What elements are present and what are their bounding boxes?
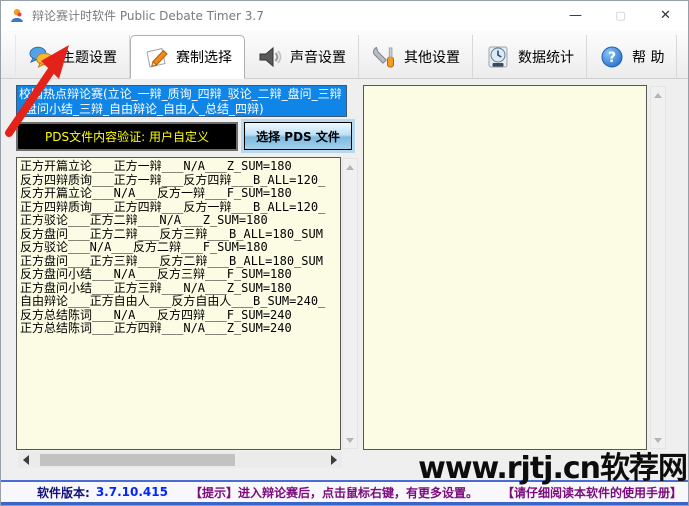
schedule-line[interactable]: 反方盘问___正方二辩___反方三辩___B_ALL=180_SUM [20,227,340,242]
scroll-down-arrow-icon[interactable] [343,432,357,448]
chat-bubbles-icon [29,46,53,68]
version-label: 软件版本: [37,485,90,500]
title-bar: 辩论赛计时软件 Public Debate Timer 3.7 — ▢ ✕ [1,1,688,30]
watermark: www.rjtj.cn软荐网 [418,451,688,486]
tab-format-select[interactable]: 赛制选择 [130,35,245,79]
scroll-up-arrow-icon[interactable] [651,87,665,103]
tab-label: 其他设置 [404,49,460,66]
tab-sound-settings[interactable]: 声音设置 [245,35,359,78]
tools-icon [373,46,394,67]
schedule-line[interactable]: 自由辩论___正方自由人___反方自由人___B_SUM=240_ [20,294,340,309]
schedule-line[interactable]: 正方盘问小结___正方三辩___N/A___Z_SUM=180 [20,281,340,296]
debate-format-title: 校园热点辩论赛(立论_一辩_质询_四辩_驳论_二辩_盘问_三辩_盘问小结_三辩_… [16,85,347,117]
version-number: 3.7.10.415 [95,485,168,499]
schedule-line[interactable]: 正方开篇立论___正方一辩___N/A___Z_SUM=180 [20,159,340,174]
tab-data-statistics[interactable]: 数据统计 [473,35,587,78]
tab-label: 赛制选择 [176,50,232,66]
preview-panel-vscrollbar[interactable] [650,86,666,449]
tab-label: 帮 助 [632,49,665,66]
choose-pds-file-button[interactable]: 选择 PDS 文件 [244,122,352,150]
clock-stats-icon [488,46,508,67]
schedule-line[interactable]: 反方四辩质询___正方一辩___反方四辩___B_ALL=120_ [20,173,340,188]
schedule-line[interactable]: 正方驳论___正方二辩___N/A___Z_SUM=180 [20,213,340,228]
minimize-button[interactable]: — [553,1,598,30]
schedule-list[interactable]: 正方开篇立论___正方一辩___N/A___Z_SUM=180 反方四辩质询___… [16,157,341,450]
scroll-left-arrow-icon[interactable] [18,452,34,468]
tab-help[interactable]: ? 帮 助 [587,35,678,78]
schedule-line[interactable]: 正方总结陈词___正方四辩___N/A___Z_SUM=240 [20,321,340,336]
preview-panel[interactable] [363,85,647,450]
svg-text:?: ? [608,50,616,66]
schedule-line[interactable]: 正方盘问___正方三辩___反方二辩___B_ALL=180_SUM [20,254,340,269]
schedule-list-vscrollbar[interactable] [342,158,358,449]
scroll-right-arrow-icon[interactable] [326,452,342,468]
app-window: 辩论赛计时软件 Public Debate Timer 3.7 — ▢ ✕ 主题… [0,0,689,506]
app-icon [11,8,23,22]
window-controls: — ▢ ✕ [553,1,688,30]
close-button[interactable]: ✕ [643,1,688,30]
schedule-line[interactable]: 反方总结陈词___N/A___反方四辩___F_SUM=240 [20,308,340,323]
tab-label: 主题设置 [61,49,117,66]
scroll-up-arrow-icon[interactable] [343,159,357,175]
tab-label: 声音设置 [290,49,346,66]
schedule-line[interactable]: 反方驳论___N/A___反方二辩___F_SUM=180 [20,240,340,255]
tab-other-settings[interactable]: 其他设置 [359,35,473,78]
pds-validation-status: PDS文件内容验证: 用户自定义 [16,122,238,151]
maximize-button[interactable]: ▢ [598,1,643,30]
help-icon: ? [601,46,623,67]
hscrollbar-thumb[interactable] [40,454,235,466]
window-title: 辩论赛计时软件 Public Debate Timer 3.7 [32,9,264,23]
tab-theme-settings[interactable]: 主题设置 [15,35,130,78]
edit-document-icon [146,47,168,68]
schedule-line[interactable]: 正方四辩质询___正方四辩___反方一辩___B_ALL=120_ [20,200,340,215]
speaker-icon [259,46,282,67]
schedule-list-hscrollbar[interactable] [18,452,342,468]
toolbar: 主题设置 赛制选择 声音设置 其他设置 数据统计 ? 帮 助 [1,30,688,79]
tab-label: 数据统计 [518,49,574,66]
schedule-line[interactable]: 反方盘问小结___N/A___反方三辩___F_SUM=180 [20,267,340,282]
schedule-line[interactable]: 反方开篇立论___N/A___反方一辩___F_SUM=180 [20,186,340,201]
